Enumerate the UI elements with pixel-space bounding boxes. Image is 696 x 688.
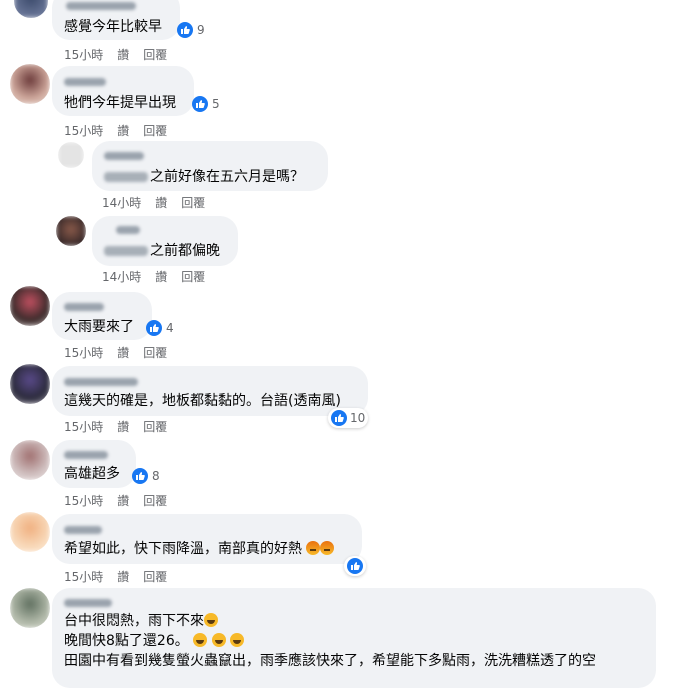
commenter-name[interactable] — [64, 526, 102, 534]
commenter-name[interactable] — [64, 78, 106, 86]
like-reaction-icon — [146, 320, 162, 336]
comment-meta: 15小時讚回覆 — [64, 492, 181, 509]
like-button[interactable]: 讚 — [117, 124, 129, 138]
comment-meta: 14小時讚回覆 — [102, 194, 219, 211]
comment-time[interactable]: 15小時 — [64, 420, 103, 434]
comment-time[interactable]: 14小時 — [102, 196, 141, 210]
commenter-name[interactable] — [64, 599, 112, 607]
mention-tag[interactable] — [104, 172, 148, 182]
laughing-emoji-icon — [230, 633, 245, 647]
comment-text: 感覺今年比較早 — [64, 19, 162, 35]
like-button[interactable]: 讚 — [117, 570, 129, 584]
comment-text: 高雄超多 — [64, 466, 120, 482]
angry-emoji-icon — [320, 541, 335, 555]
reaction-count[interactable] — [344, 556, 366, 576]
comment-text: 田園中有看到幾隻螢火蟲竄出，雨季應該快來了，希望能下多點雨，洗洗糟糕透了的空 — [64, 653, 596, 669]
reaction-count[interactable]: 8 — [132, 468, 160, 484]
laughing-emoji-icon — [193, 633, 208, 647]
comment-time[interactable]: 15小時 — [64, 124, 103, 138]
like-reaction-icon — [132, 468, 148, 484]
like-reaction-icon — [192, 96, 208, 112]
comment-meta: 15小時讚回覆 — [64, 418, 181, 435]
reaction-count[interactable]: 10 — [328, 408, 369, 428]
like-reaction-icon — [177, 22, 193, 38]
avatar[interactable] — [10, 364, 50, 404]
reply-button[interactable]: 回覆 — [143, 570, 167, 584]
laughing-emoji-icon — [211, 633, 226, 647]
laughing-emoji-icon — [204, 613, 218, 627]
reply-button[interactable]: 回覆 — [181, 270, 205, 284]
reaction-count[interactable]: 5 — [192, 96, 220, 112]
reply-button[interactable]: 回覆 — [143, 346, 167, 360]
commenter-name[interactable] — [104, 152, 144, 160]
comment-meta: 15小時讚回覆 — [64, 46, 181, 63]
avatar[interactable] — [56, 216, 86, 246]
comment-text: 台中很悶熱，雨下不來 — [64, 612, 218, 630]
reply-button[interactable]: 回覆 — [143, 48, 167, 62]
like-button[interactable]: 讚 — [117, 48, 129, 62]
reaction-count[interactable]: 4 — [146, 320, 174, 336]
like-button[interactable]: 讚 — [117, 420, 129, 434]
avatar[interactable] — [14, 0, 48, 18]
comment-meta: 14小時讚回覆 — [102, 268, 219, 285]
reply-button[interactable]: 回覆 — [143, 420, 167, 434]
comment-text: 這幾天的確是，地板都黏黏的。台語(透南風) — [64, 393, 341, 409]
commenter-name[interactable] — [66, 2, 136, 10]
avatar[interactable] — [10, 286, 50, 326]
commenter-name[interactable] — [116, 226, 140, 234]
avatar[interactable] — [10, 64, 50, 104]
avatar[interactable] — [10, 440, 50, 480]
comment-time[interactable]: 15小時 — [64, 570, 103, 584]
like-button[interactable]: 讚 — [117, 346, 129, 360]
comment-time[interactable]: 15小時 — [64, 48, 103, 62]
like-reaction-icon — [347, 558, 363, 574]
comment-text: 大雨要來了 — [64, 319, 134, 335]
comment-time[interactable]: 15小時 — [64, 494, 103, 508]
commenter-name[interactable] — [64, 303, 104, 311]
comment-text: 晚間快8點了還26。 — [64, 632, 245, 650]
avatar[interactable] — [58, 142, 84, 168]
like-reaction-icon — [331, 410, 347, 426]
mention-tag[interactable] — [104, 246, 148, 256]
angry-emoji-icon — [306, 541, 321, 555]
comment-time[interactable]: 15小時 — [64, 346, 103, 360]
comment-text: 之前好像在五六月是嗎？ — [150, 169, 304, 185]
commenter-name[interactable] — [64, 378, 138, 386]
like-button[interactable]: 讚 — [155, 270, 167, 284]
reply-button[interactable]: 回覆 — [181, 196, 205, 210]
like-button[interactable]: 讚 — [155, 196, 167, 210]
reaction-count[interactable]: 9 — [177, 22, 205, 38]
comment-meta: 15小時讚回覆 — [64, 122, 181, 139]
comment-meta: 15小時讚回覆 — [64, 568, 181, 585]
comment-text: 牠們今年提早出現 — [64, 95, 176, 111]
comment-text: 之前都偏晚 — [150, 243, 220, 259]
avatar[interactable] — [10, 588, 50, 628]
reply-button[interactable]: 回覆 — [143, 494, 167, 508]
like-button[interactable]: 讚 — [117, 494, 129, 508]
commenter-name[interactable] — [64, 451, 108, 459]
comment-time[interactable]: 14小時 — [102, 270, 141, 284]
comment-meta: 15小時讚回覆 — [64, 344, 181, 361]
avatar[interactable] — [10, 512, 50, 552]
reply-button[interactable]: 回覆 — [143, 124, 167, 138]
comment-text: 希望如此，快下雨降溫，南部真的好熱 — [64, 540, 335, 558]
